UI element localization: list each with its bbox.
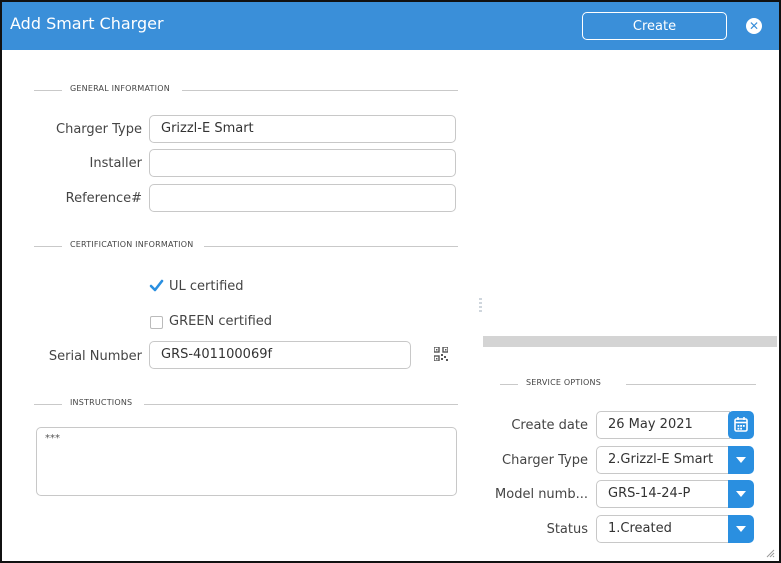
chevron-down-icon[interactable]	[728, 446, 754, 474]
ul-certified-label: UL certified	[169, 279, 244, 294]
instructions-textarea[interactable]: ***	[36, 427, 457, 496]
panel-divider	[483, 336, 777, 347]
add-smart-charger-dialog: Add Smart Charger Create ✕ GENERAL INFOR…	[0, 0, 781, 563]
service-charger-type-label: Charger Type	[502, 453, 588, 468]
status-select[interactable]: 1.Created	[596, 515, 730, 543]
installer-label: Installer	[89, 156, 142, 171]
instructions-heading: INSTRUCTIONS	[34, 398, 458, 410]
serial-number-field[interactable]: GRS-401100069f	[149, 341, 411, 369]
service-charger-type-select[interactable]: 2.Grizzl-E Smart	[596, 446, 730, 474]
create-date-label: Create date	[511, 418, 588, 433]
serial-number-label: Serial Number	[48, 349, 142, 364]
charger-type-label: Charger Type	[56, 122, 142, 137]
ul-certified-checkbox[interactable]	[149, 279, 164, 294]
service-heading-text: SERVICE OPTIONS	[526, 378, 601, 387]
certification-information-heading: CERTIFICATION INFORMATION	[34, 240, 458, 252]
calendar-glyph	[734, 417, 748, 432]
splitter-handle[interactable]	[479, 298, 482, 316]
general-heading-text: GENERAL INFORMATION	[70, 84, 170, 93]
checkmark-icon	[149, 279, 164, 292]
calendar-icon[interactable]	[728, 411, 754, 439]
dialog-header: Add Smart Charger Create ✕	[2, 2, 779, 50]
instructions-heading-text: INSTRUCTIONS	[70, 398, 133, 407]
model-number-label: Model numb...	[495, 487, 588, 502]
certification-heading-text: CERTIFICATION INFORMATION	[70, 240, 194, 249]
charger-type-field[interactable]: Grizzl-E Smart	[149, 115, 456, 143]
service-options-heading: SERVICE OPTIONS	[500, 378, 756, 390]
create-button[interactable]: Create	[582, 12, 727, 40]
reference-label: Reference#	[65, 191, 142, 206]
installer-field[interactable]	[149, 149, 456, 177]
model-number-select[interactable]: GRS-14-24-P	[596, 480, 730, 508]
chevron-down-icon[interactable]	[728, 515, 754, 543]
create-date-field[interactable]: 26 May 2021	[596, 411, 730, 439]
reference-field[interactable]	[149, 184, 456, 212]
close-icon[interactable]: ✕	[746, 18, 762, 34]
dialog-title: Add Smart Charger	[10, 14, 164, 33]
qr-code-icon[interactable]	[434, 347, 448, 361]
green-certified-label: GREEN certified	[169, 314, 273, 329]
resize-handle-icon[interactable]	[765, 548, 775, 558]
chevron-down-icon[interactable]	[728, 480, 754, 508]
status-label: Status	[546, 522, 588, 537]
general-information-heading: GENERAL INFORMATION	[34, 84, 458, 96]
green-certified-checkbox[interactable]	[150, 316, 163, 329]
